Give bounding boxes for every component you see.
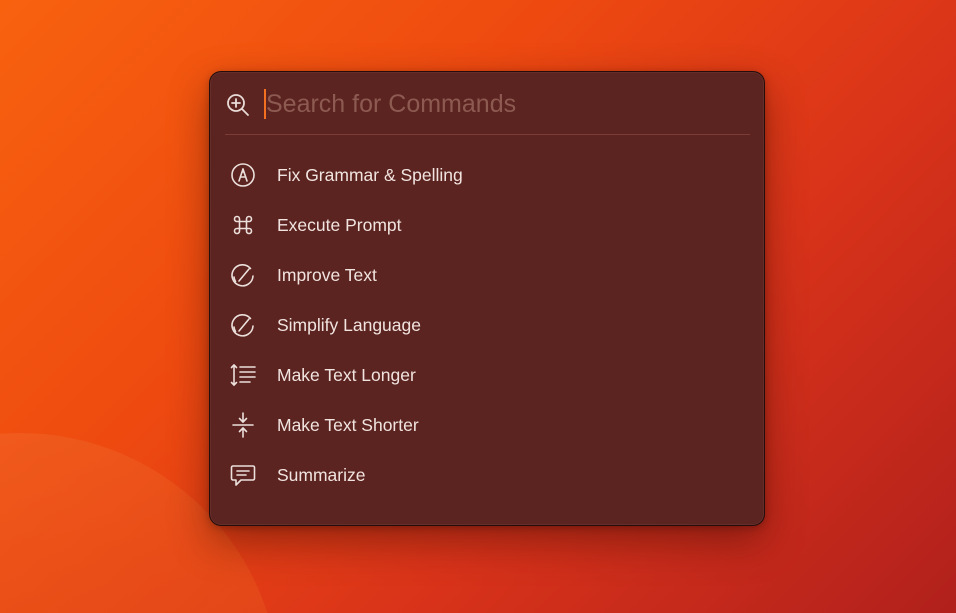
- search-bar: [210, 72, 764, 135]
- command-label: Improve Text: [277, 265, 377, 285]
- pen-circle-icon: [230, 162, 256, 188]
- command-simplify-language[interactable]: Simplify Language: [210, 300, 764, 350]
- command-label: Make Text Shorter: [277, 415, 419, 435]
- command-fix-grammar[interactable]: Fix Grammar & Spelling: [210, 150, 764, 200]
- zoom-in-icon: [225, 92, 251, 118]
- search-divider: [225, 134, 750, 135]
- gauge-icon: [230, 312, 256, 338]
- command-palette: Fix Grammar & Spelling Execute Prompt: [209, 71, 765, 526]
- command-summarize[interactable]: Summarize: [210, 450, 764, 500]
- command-label: Simplify Language: [277, 315, 421, 335]
- command-label: Fix Grammar & Spelling: [277, 165, 463, 185]
- command-label: Make Text Longer: [277, 365, 416, 385]
- command-improve-text[interactable]: Improve Text: [210, 250, 764, 300]
- speech-bubble-icon: [230, 462, 256, 488]
- gauge-icon: [230, 262, 256, 288]
- command-make-text-shorter[interactable]: Make Text Shorter: [210, 400, 764, 450]
- search-input[interactable]: [266, 86, 736, 122]
- command-label: Execute Prompt: [277, 215, 402, 235]
- command-execute-prompt[interactable]: Execute Prompt: [210, 200, 764, 250]
- compress-arrows-icon: [230, 412, 256, 438]
- command-list: Fix Grammar & Spelling Execute Prompt Im…: [210, 150, 764, 500]
- command-label: Summarize: [277, 465, 366, 485]
- command-make-text-longer[interactable]: Make Text Longer: [210, 350, 764, 400]
- command-key-icon: [230, 212, 256, 238]
- expand-lines-icon: [230, 362, 256, 388]
